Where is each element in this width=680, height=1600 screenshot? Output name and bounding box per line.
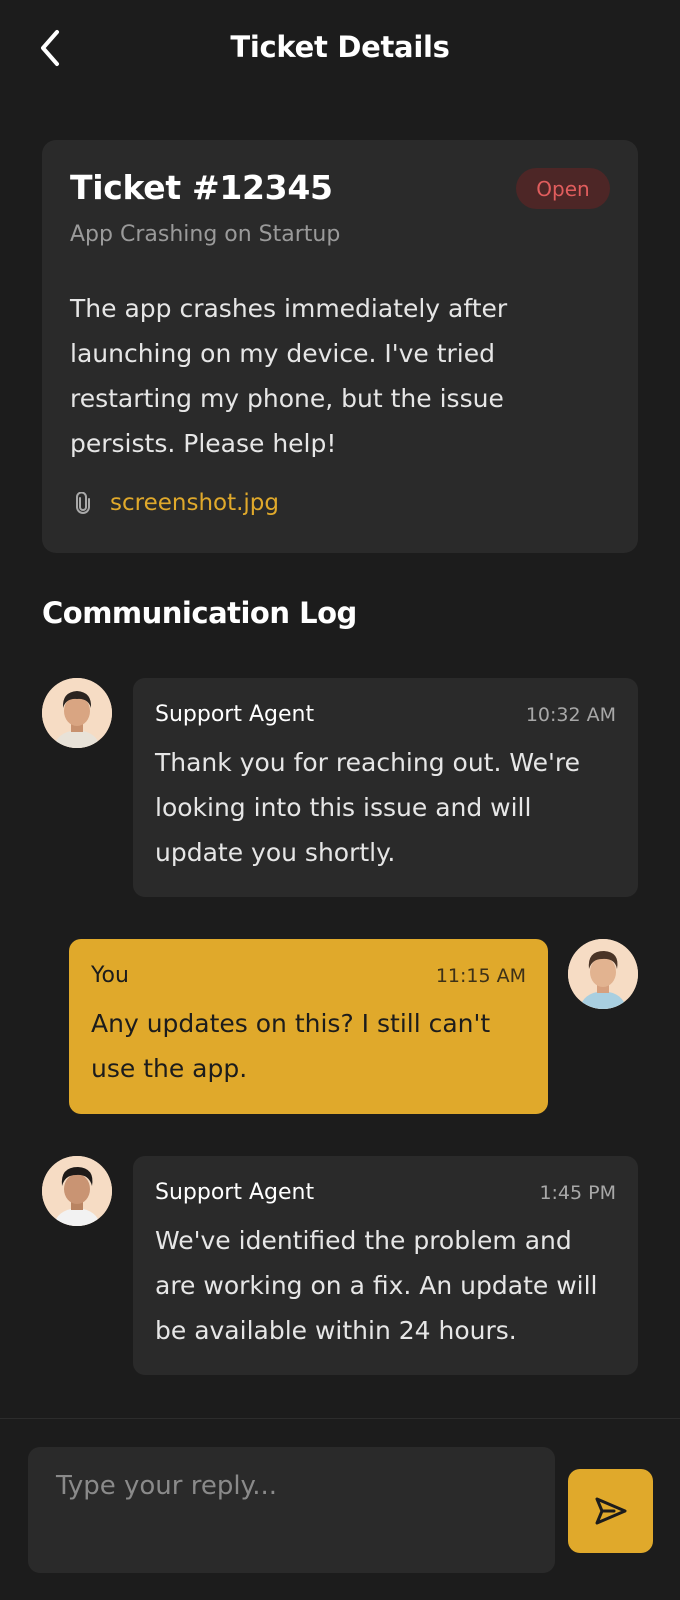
status-badge: Open (516, 168, 610, 209)
section-title: Communication Log (42, 596, 357, 630)
ticket-subject: App Crashing on Startup (70, 222, 341, 247)
avatar (568, 939, 638, 1009)
ticket-description: The app crashes immediately after launch… (70, 294, 508, 458)
header: Ticket Details (0, 0, 680, 96)
send-button[interactable] (568, 1469, 653, 1553)
reply-input[interactable] (28, 1447, 555, 1573)
message-bubble-agent: Support Agent 10:32 AM Thank you for rea… (133, 678, 638, 897)
ticket-id: Ticket #12345 (70, 168, 333, 207)
message-text: Thank you for reaching out. We're lookin… (155, 748, 580, 867)
message-sender: Support Agent (155, 1180, 315, 1205)
page-title: Ticket Details (230, 30, 450, 64)
message-time: 11:15 AM (435, 965, 526, 987)
ticket-card: Ticket #12345 Open App Crashing on Start… (42, 140, 638, 553)
message-bubble-agent: Support Agent 1:45 PM We've identified t… (133, 1156, 638, 1375)
message-sender: You (91, 963, 129, 988)
message-time: 1:45 PM (539, 1182, 616, 1204)
message-time: 10:32 AM (525, 704, 616, 726)
message-sender: Support Agent (155, 702, 315, 727)
avatar (42, 1156, 112, 1226)
paperclip-icon (70, 490, 96, 516)
avatar (42, 678, 112, 748)
message-bubble-you: You 11:15 AM Any updates on this? I stil… (69, 939, 548, 1114)
message-text: We've identified the problem and are wor… (155, 1226, 598, 1345)
reply-bar (0, 1418, 680, 1600)
attachment-name[interactable]: screenshot.jpg (110, 490, 279, 516)
ticket-details-screen: Ticket Details Ticket #12345 Open App Cr… (0, 0, 680, 1600)
attachment-link[interactable]: screenshot.jpg (70, 490, 279, 516)
send-icon (595, 1497, 626, 1525)
message-text: Any updates on this? I still can't use t… (91, 1009, 491, 1083)
